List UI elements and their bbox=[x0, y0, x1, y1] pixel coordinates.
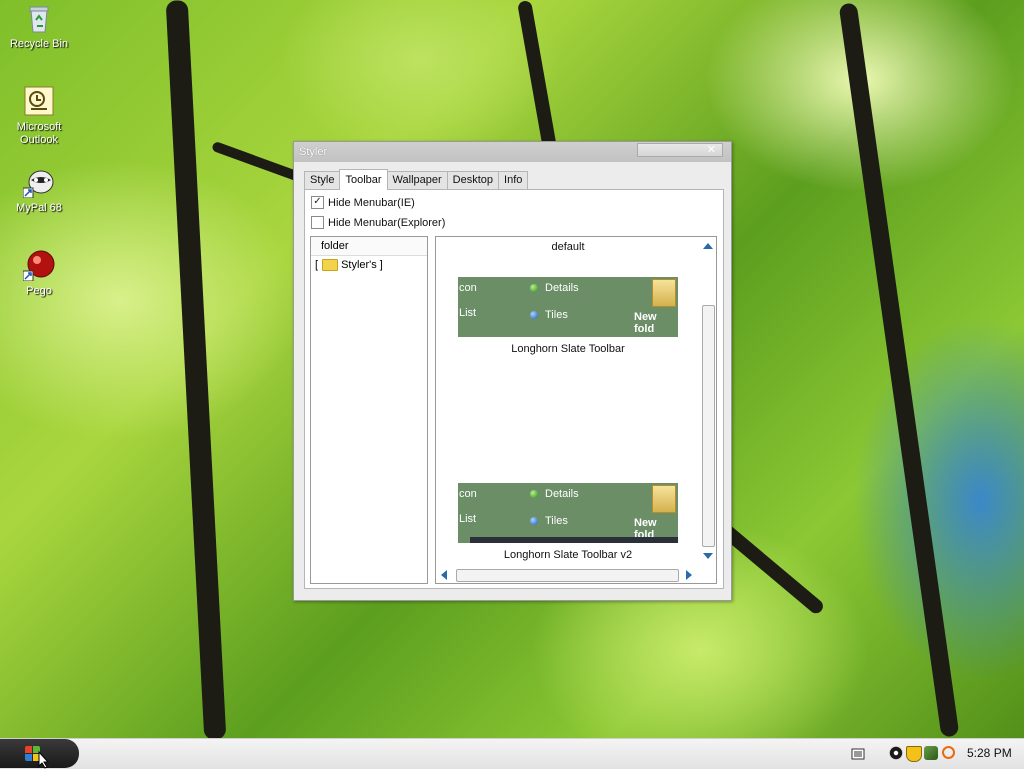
desktop-icon-label: Microsoft Outlook bbox=[16, 121, 62, 146]
checkbox-box[interactable] bbox=[311, 216, 324, 229]
pego-icon bbox=[22, 249, 55, 282]
preview-details: Details bbox=[530, 282, 579, 294]
scroll-up-arrow-icon[interactable] bbox=[703, 243, 713, 249]
system-tray: 5:28 PM bbox=[884, 739, 1024, 768]
scroll-left-arrow-icon[interactable] bbox=[441, 570, 447, 580]
preview-dark-strip bbox=[470, 537, 678, 543]
tab-info[interactable]: Info bbox=[498, 171, 529, 189]
keyboard-icon[interactable] bbox=[851, 747, 865, 761]
folder-item-label: Styler's bbox=[341, 259, 377, 271]
window-title: Styler bbox=[299, 146, 328, 158]
new-folder-label: New fold bbox=[634, 311, 657, 335]
toolbar-item-name[interactable]: Longhorn Slate Toolbar v2 bbox=[436, 549, 700, 561]
desktop-icon-outlook[interactable]: Microsoft Outlook bbox=[1, 85, 77, 147]
preview-details: Details bbox=[530, 488, 579, 500]
tiles-dot-icon bbox=[530, 311, 538, 319]
preview-text-icon: con bbox=[459, 488, 477, 500]
desktop-icon-label: Recycle Bin bbox=[9, 38, 69, 50]
tiles-label: Tiles bbox=[545, 515, 568, 527]
close-icon: ✕ bbox=[706, 144, 716, 156]
preview-tiles: Tiles bbox=[530, 309, 568, 321]
desktop-icon-label: Pego bbox=[26, 285, 52, 297]
bracket: ] bbox=[379, 259, 383, 271]
folder-column-header[interactable]: folder bbox=[311, 237, 427, 256]
tab-desktop[interactable]: Desktop bbox=[446, 171, 500, 189]
toolbar-preview-1[interactable]: con List Details Tiles New fold bbox=[458, 277, 678, 337]
scroll-down-arrow-icon[interactable] bbox=[703, 553, 713, 559]
preview-tiles: Tiles bbox=[530, 515, 568, 527]
desktop-icon-recycle-bin[interactable]: Recycle Bin bbox=[1, 2, 77, 51]
details-dot-icon bbox=[530, 490, 538, 498]
desktop-icon-pego[interactable]: Pego bbox=[1, 249, 77, 298]
tiles-label: Tiles bbox=[545, 309, 568, 321]
folder-list: folder [ Styler's ] bbox=[310, 236, 428, 584]
horizontal-scroll-thumb[interactable] bbox=[456, 569, 679, 582]
new-folder-icon bbox=[652, 485, 676, 513]
tab-wallpaper[interactable]: Wallpaper bbox=[386, 171, 448, 189]
tiles-dot-icon bbox=[530, 517, 538, 525]
preview-text-list: List bbox=[459, 307, 477, 319]
shield-icon[interactable] bbox=[906, 746, 922, 762]
styler-window: Styler ✕ Style Toolbar Wallpaper Desktop… bbox=[293, 141, 732, 601]
folder-icon bbox=[322, 259, 339, 271]
horizontal-scrollbar[interactable] bbox=[436, 567, 700, 583]
network-icon[interactable] bbox=[889, 746, 903, 760]
mypal-icon bbox=[22, 166, 55, 199]
details-label: Details bbox=[545, 488, 579, 500]
vertical-scroll-thumb[interactable] bbox=[702, 305, 715, 547]
default-item-label[interactable]: default bbox=[436, 241, 700, 253]
toolbar-preview-2[interactable]: con List Details Tiles New fold bbox=[458, 483, 678, 543]
toolbar-style-list: default con List Details Tiles New fold … bbox=[435, 236, 717, 584]
recycle-bin-icon bbox=[23, 2, 55, 34]
details-label: Details bbox=[545, 282, 579, 294]
folder-item-stylers[interactable]: [ Styler's ] bbox=[315, 259, 383, 271]
details-dot-icon bbox=[530, 284, 538, 292]
security-icon[interactable] bbox=[924, 746, 938, 760]
mouse-cursor-icon bbox=[38, 751, 50, 769]
preview-text-list: List bbox=[459, 513, 477, 525]
taskbar: 5:28 PM bbox=[0, 738, 1024, 769]
desktop-icon-label: MyPal 68 bbox=[16, 202, 62, 214]
tab-style[interactable]: Style bbox=[304, 171, 341, 189]
tab-strip: Style Toolbar Wallpaper Desktop Info bbox=[304, 169, 529, 190]
hide-menubar-ie-checkbox[interactable]: ✓ Hide Menubar(IE) bbox=[311, 196, 415, 209]
outlook-icon bbox=[23, 85, 55, 117]
toolbar-tab-panel: ✓ Hide Menubar(IE) Hide Menubar(Explorer… bbox=[304, 189, 724, 589]
toolbar-item-name[interactable]: Longhorn Slate Toolbar bbox=[436, 343, 700, 355]
checkbox-label: Hide Menubar(Explorer) bbox=[328, 216, 446, 229]
hide-menubar-explorer-checkbox[interactable]: Hide Menubar(Explorer) bbox=[311, 216, 445, 229]
preview-text-icon: con bbox=[459, 282, 477, 294]
close-button[interactable]: ✕ bbox=[637, 143, 723, 157]
checkbox-box[interactable]: ✓ bbox=[311, 196, 324, 209]
taskbar-clock[interactable]: 5:28 PM bbox=[967, 746, 1012, 760]
start-button[interactable] bbox=[0, 739, 79, 769]
search-icon[interactable] bbox=[942, 746, 955, 759]
vertical-scrollbar[interactable] bbox=[700, 237, 716, 567]
background-branch bbox=[517, 0, 557, 151]
scroll-right-arrow-icon[interactable] bbox=[686, 570, 692, 580]
background-branch bbox=[838, 2, 960, 738]
desktop-icon-mypal[interactable]: MyPal 68 bbox=[1, 166, 77, 215]
title-bar[interactable]: Styler ✕ bbox=[294, 142, 731, 162]
new-folder-icon bbox=[652, 279, 676, 307]
checkbox-label: Hide Menubar(IE) bbox=[328, 196, 415, 209]
background-branch bbox=[165, 0, 227, 741]
tab-toolbar[interactable]: Toolbar bbox=[339, 169, 388, 190]
bracket: [ bbox=[315, 259, 319, 271]
